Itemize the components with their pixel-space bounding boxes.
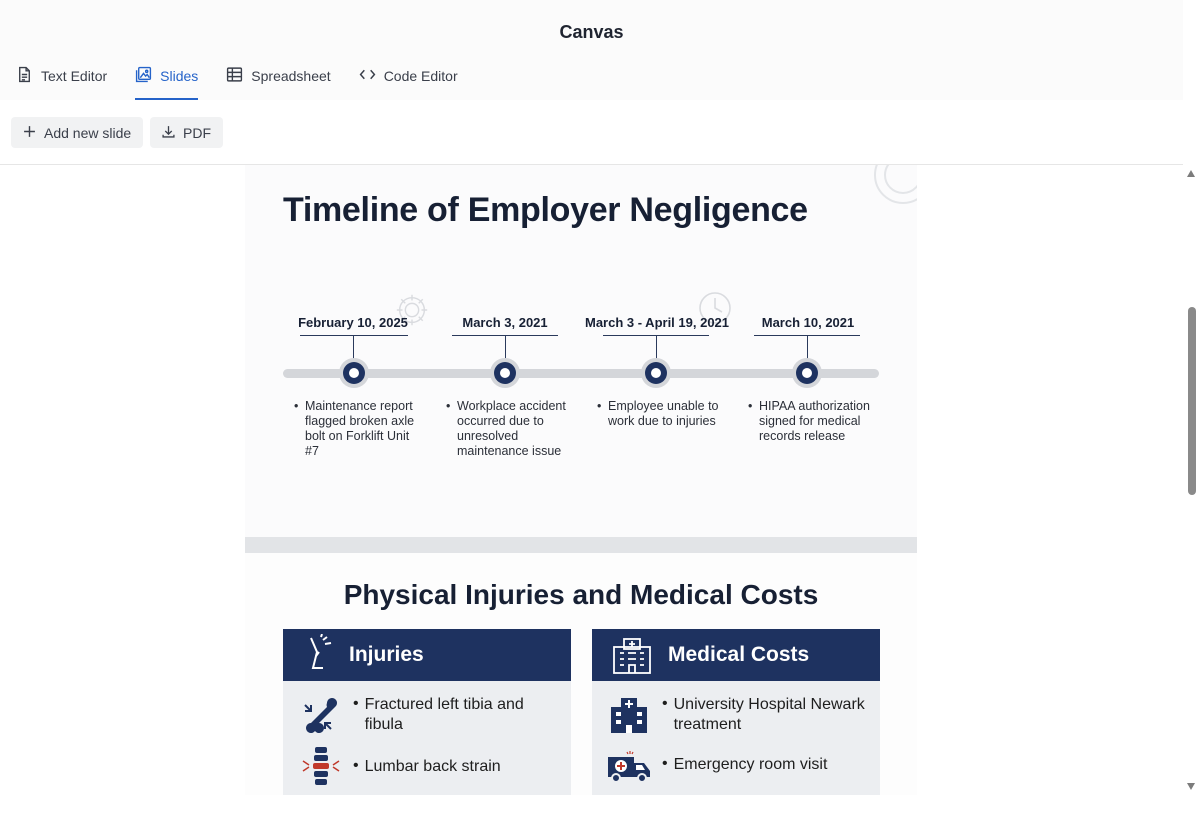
plus-icon	[23, 125, 36, 141]
scrollbar-thumb[interactable]	[1188, 307, 1196, 495]
tab-text-editor[interactable]: Text Editor	[16, 66, 107, 98]
tab-code-editor[interactable]: Code Editor	[359, 66, 458, 98]
timeline-description: • HIPAA authorization signed for medical…	[748, 399, 870, 443]
tab-spreadsheet[interactable]: Spreadsheet	[226, 66, 331, 98]
document-icon	[16, 66, 33, 86]
timeline-date: March 10, 2021	[761, 315, 855, 330]
timeline-node	[792, 358, 822, 388]
hospital-icon	[611, 698, 647, 733]
gear-icon	[874, 165, 917, 204]
pdf-label: PDF	[183, 124, 211, 141]
window-title: Canvas	[559, 22, 624, 42]
timeline-node	[641, 358, 671, 388]
tab-bar: Text Editor Slides Spreadsheet Code Edit…	[16, 66, 458, 100]
toolbar: Add new slide PDF	[0, 100, 1183, 165]
slide-title: Timeline of Employer Negligence	[283, 191, 808, 229]
injury-text: fibula	[364, 716, 403, 733]
tab-label: Text Editor	[41, 68, 108, 84]
cost-text: University Hospital Newark	[673, 696, 865, 713]
timeline-node	[490, 358, 520, 388]
slide-injuries-costs[interactable]: Physical Injuries and Medical Costs Inju…	[245, 553, 917, 795]
timeline-track	[283, 369, 879, 378]
timeline-underline	[300, 335, 408, 336]
code-icon	[359, 66, 376, 86]
timeline-date: March 3, 2021	[462, 315, 548, 330]
slides-icon	[135, 66, 152, 86]
tab-label: Slides	[160, 68, 199, 84]
table-icon	[226, 66, 243, 86]
tab-slides[interactable]: Slides	[135, 66, 199, 100]
list-item: • Fractured left tibia and fibula	[299, 695, 524, 739]
add-new-slide-button[interactable]: Add new slide	[11, 117, 144, 148]
slide-title: Physical Injuries and Medical Costs	[343, 579, 819, 610]
injury-text: Lumbar back strain	[364, 758, 501, 775]
leg-injury-icon	[310, 634, 332, 669]
tab-label: Spreadsheet	[251, 68, 331, 84]
scroll-down-arrow-icon[interactable]	[1187, 783, 1195, 790]
vertical-scrollbar[interactable]	[1183, 165, 1199, 795]
timeline-description: • Maintenance report flagged broken axle…	[294, 399, 415, 458]
cost-text: Emergency room visit	[673, 756, 828, 773]
slide-timeline[interactable]: Timeline of Employer Negligence February…	[245, 165, 917, 537]
medical-costs-header: Medical Costs	[592, 629, 880, 681]
timeline-date: February 10, 2025	[298, 315, 408, 330]
timeline-description: • Workplace accident occurred due to unr…	[446, 399, 566, 458]
bottom-strip	[0, 795, 1183, 820]
slides-canvas[interactable]: Timeline of Employer Negligence February…	[0, 165, 1183, 795]
scroll-up-arrow-icon[interactable]	[1187, 170, 1195, 177]
medical-costs-heading: Medical Costs	[668, 643, 810, 666]
tab-label: Code Editor	[383, 68, 458, 84]
timeline-description: • Employee unable to work due to injurie…	[597, 399, 719, 428]
injuries-heading: Injuries	[349, 643, 424, 666]
list-item: • University Hospital Newark treatment	[606, 695, 865, 735]
timeline-node	[339, 358, 369, 388]
injuries-header: Injuries	[283, 629, 571, 681]
cost-text: treatment	[673, 716, 742, 733]
timeline-date: March 3 - April 19, 2021	[584, 315, 730, 330]
slide-separator	[245, 537, 917, 553]
injury-text: Fractured left tibia and	[364, 696, 524, 713]
list-item: • Lumbar back strain	[299, 745, 501, 791]
add-slide-label: Add new slide	[44, 124, 132, 141]
pdf-button[interactable]: PDF	[150, 117, 223, 148]
ambulance-icon	[608, 751, 650, 783]
injuries-panel: Injuries • Fractured left tibia and fibu…	[283, 629, 571, 795]
app-header: Canvas Text Editor Slides Spreadsheet Co…	[0, 0, 1183, 101]
medical-costs-panel: Medical Costs • University Hospital Newa…	[592, 629, 880, 795]
download-icon	[162, 125, 175, 141]
spine-icon	[302, 747, 340, 785]
bone-icon	[304, 698, 337, 733]
list-item: • Emergency room visit	[606, 749, 827, 785]
hospital-icon	[613, 638, 651, 674]
